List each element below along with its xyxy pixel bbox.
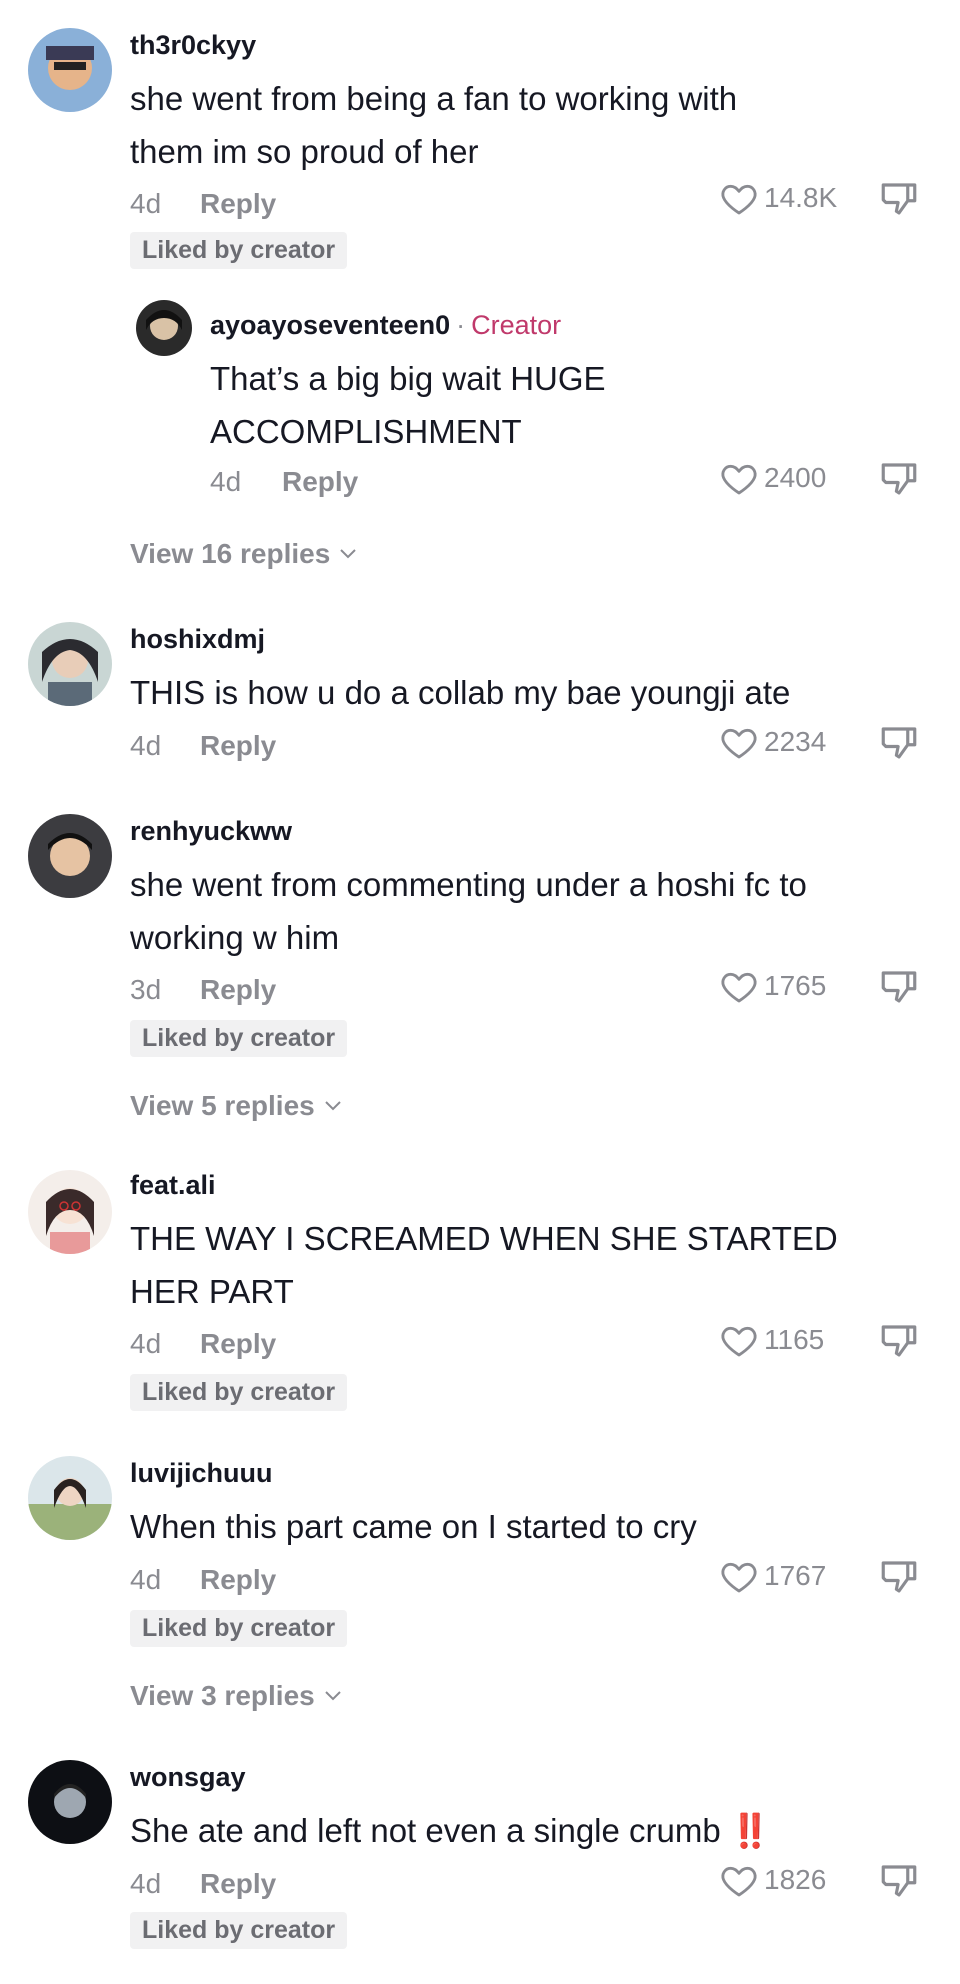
thumbs-down-icon[interactable]	[878, 1556, 920, 1598]
comment-age: 4d	[130, 1328, 162, 1359]
reply-button[interactable]: Reply	[200, 1328, 276, 1360]
comment-text: That’s a big big wait HUGE ACCOMPLISHMEN…	[210, 360, 606, 450]
view-replies-button[interactable]: View 3 replies	[130, 1680, 343, 1712]
creator-tag: Creator	[471, 310, 562, 340]
reply-button[interactable]: Reply	[200, 1564, 276, 1596]
comment-age: 4d	[130, 1868, 162, 1899]
comment-age: 3d	[130, 974, 162, 1005]
chevron-down-icon	[325, 1101, 341, 1111]
like-button[interactable]: 14.8K	[718, 178, 837, 218]
view-replies-button[interactable]: View 5 replies	[130, 1090, 343, 1122]
view-replies-button[interactable]: View 16 replies	[130, 538, 358, 570]
like-button[interactable]: 2400	[718, 458, 826, 498]
reply-button[interactable]: Reply	[200, 974, 276, 1006]
avatar[interactable]	[136, 300, 192, 356]
like-count: 1765	[764, 970, 827, 1001]
avatar[interactable]	[28, 1760, 112, 1844]
comment-username[interactable]: feat.ali	[130, 1170, 216, 1201]
like-count: 2400	[764, 462, 827, 493]
reply-button[interactable]: Reply	[200, 1868, 276, 1900]
like-button[interactable]: 1765	[718, 966, 826, 1006]
heart-outline-icon	[721, 1562, 757, 1593]
liked-by-creator-badge: Liked by creator	[130, 232, 348, 269]
comment-age: 4d	[130, 1564, 162, 1595]
liked-by-creator-badge: Liked by creator	[130, 1912, 348, 1949]
reply-button[interactable]: Reply	[200, 730, 276, 762]
like-count: 2234	[764, 726, 827, 757]
thumbs-down-icon[interactable]	[878, 722, 920, 764]
comment-username[interactable]: th3r0ckyy	[130, 30, 256, 61]
avatar[interactable]	[28, 28, 112, 112]
avatar[interactable]	[28, 814, 112, 898]
view-replies-label: View 16 replies	[130, 538, 331, 569]
comment-text: When this part came on I started to cry	[130, 1508, 697, 1545]
thumbs-down-icon[interactable]	[878, 966, 920, 1008]
view-replies-label: View 5 replies	[130, 1090, 315, 1121]
like-count: 14.8K	[764, 182, 838, 213]
chevron-down-icon	[340, 549, 356, 559]
heart-outline-icon	[721, 972, 757, 1003]
comment-username[interactable]: hoshixdmj	[130, 624, 265, 655]
comment-username[interactable]: ayoayoseventeen0 · Creator	[210, 310, 561, 341]
heart-outline-icon	[721, 464, 757, 495]
like-count: 1826	[764, 1864, 827, 1895]
comment-text-content: She ate and left not even a single crumb	[130, 1812, 721, 1849]
thumbs-down-icon[interactable]	[878, 1860, 920, 1902]
double-exclamation-emoji: ‼️	[729, 1812, 771, 1849]
comment-age: 4d	[130, 730, 162, 761]
comment-username[interactable]: renhyuckww	[130, 816, 292, 847]
like-button[interactable]: 1826	[718, 1860, 826, 1900]
comment-text: she went from being a fan to working wit…	[130, 80, 738, 170]
comment-text: THIS is how u do a collab my bae youngji…	[130, 674, 791, 711]
thumbs-down-icon[interactable]	[878, 458, 920, 500]
like-button[interactable]: 1165	[718, 1320, 824, 1360]
thumbs-down-icon[interactable]	[878, 178, 920, 220]
like-count: 1165	[764, 1324, 825, 1355]
comment-text: She ate and left not even a single crumb…	[130, 1804, 890, 1857]
liked-by-creator-badge: Liked by creator	[130, 1020, 348, 1057]
liked-by-creator-badge: Liked by creator	[130, 1374, 348, 1411]
like-count: 1767	[764, 1560, 827, 1591]
avatar[interactable]	[28, 622, 112, 706]
avatar[interactable]	[28, 1170, 112, 1254]
thumbs-down-icon[interactable]	[878, 1320, 920, 1362]
reply-button[interactable]: Reply	[200, 188, 276, 220]
liked-by-creator-badge: Liked by creator	[130, 1610, 348, 1647]
comment-username[interactable]: luvijichuuu	[130, 1458, 273, 1489]
separator-dot: ·	[456, 310, 466, 340]
heart-outline-icon	[721, 1326, 757, 1357]
reply-button[interactable]: Reply	[282, 466, 358, 498]
heart-outline-icon	[721, 728, 757, 759]
heart-outline-icon	[721, 1866, 757, 1897]
comment-text: she went from commenting under a hoshi f…	[130, 866, 807, 956]
comment-age: 4d	[130, 188, 162, 219]
comment-text: THE WAY I SCREAMED WHEN SHE STARTED HER …	[130, 1220, 838, 1310]
creator-username[interactable]: ayoayoseventeen0	[210, 310, 450, 340]
comment-age: 4d	[210, 466, 242, 497]
avatar[interactable]	[28, 1456, 112, 1540]
comment-username[interactable]: wonsgay	[130, 1762, 246, 1793]
heart-outline-icon	[721, 184, 757, 215]
view-replies-label: View 3 replies	[130, 1680, 315, 1711]
like-button[interactable]: 2234	[718, 722, 826, 762]
like-button[interactable]: 1767	[718, 1556, 826, 1596]
chevron-down-icon	[325, 1691, 341, 1701]
